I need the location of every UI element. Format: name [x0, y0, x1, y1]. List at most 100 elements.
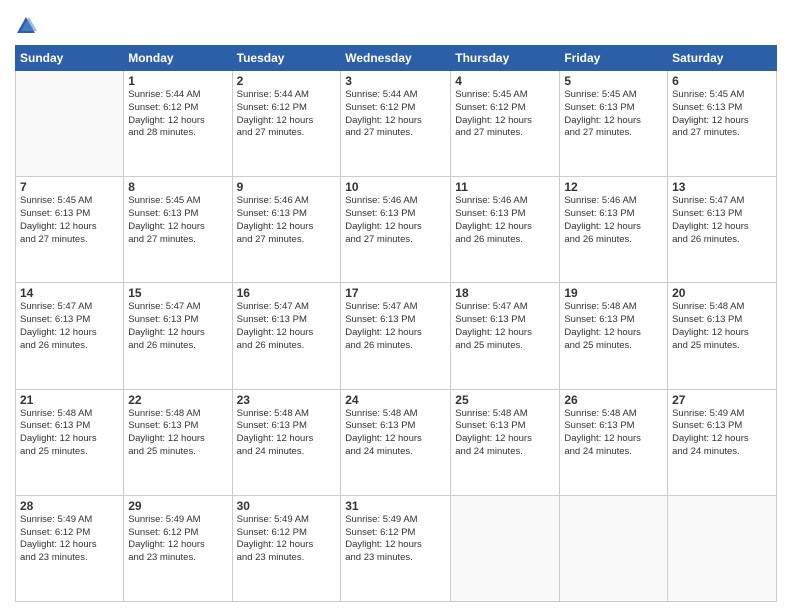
- calendar-cell: 3Sunrise: 5:44 AM Sunset: 6:12 PM Daylig…: [341, 71, 451, 177]
- calendar-table: SundayMondayTuesdayWednesdayThursdayFrid…: [15, 45, 777, 602]
- day-number: 4: [455, 74, 555, 88]
- day-number: 25: [455, 393, 555, 407]
- day-number: 23: [237, 393, 337, 407]
- day-info: Sunrise: 5:49 AM Sunset: 6:13 PM Dayligh…: [672, 408, 772, 459]
- day-info: Sunrise: 5:47 AM Sunset: 6:13 PM Dayligh…: [672, 195, 772, 246]
- day-number: 1: [128, 74, 227, 88]
- day-number: 6: [672, 74, 772, 88]
- day-info: Sunrise: 5:48 AM Sunset: 6:13 PM Dayligh…: [672, 301, 772, 352]
- calendar-cell: 16Sunrise: 5:47 AM Sunset: 6:13 PM Dayli…: [232, 283, 341, 389]
- day-number: 15: [128, 286, 227, 300]
- day-number: 17: [345, 286, 446, 300]
- day-info: Sunrise: 5:48 AM Sunset: 6:13 PM Dayligh…: [128, 408, 227, 459]
- day-info: Sunrise: 5:49 AM Sunset: 6:12 PM Dayligh…: [20, 514, 119, 565]
- calendar-cell: 8Sunrise: 5:45 AM Sunset: 6:13 PM Daylig…: [124, 177, 232, 283]
- column-header-wednesday: Wednesday: [341, 46, 451, 71]
- day-info: Sunrise: 5:48 AM Sunset: 6:13 PM Dayligh…: [345, 408, 446, 459]
- day-number: 19: [564, 286, 663, 300]
- calendar-cell: [451, 495, 560, 601]
- day-info: Sunrise: 5:45 AM Sunset: 6:13 PM Dayligh…: [20, 195, 119, 246]
- day-number: 11: [455, 180, 555, 194]
- week-row-4: 21Sunrise: 5:48 AM Sunset: 6:13 PM Dayli…: [16, 389, 777, 495]
- calendar-cell: 1Sunrise: 5:44 AM Sunset: 6:12 PM Daylig…: [124, 71, 232, 177]
- day-number: 13: [672, 180, 772, 194]
- calendar-cell: 6Sunrise: 5:45 AM Sunset: 6:13 PM Daylig…: [668, 71, 777, 177]
- calendar-cell: 27Sunrise: 5:49 AM Sunset: 6:13 PM Dayli…: [668, 389, 777, 495]
- calendar-cell: 18Sunrise: 5:47 AM Sunset: 6:13 PM Dayli…: [451, 283, 560, 389]
- calendar-cell: 30Sunrise: 5:49 AM Sunset: 6:12 PM Dayli…: [232, 495, 341, 601]
- week-row-5: 28Sunrise: 5:49 AM Sunset: 6:12 PM Dayli…: [16, 495, 777, 601]
- calendar-cell: 4Sunrise: 5:45 AM Sunset: 6:12 PM Daylig…: [451, 71, 560, 177]
- day-number: 8: [128, 180, 227, 194]
- calendar-cell: 23Sunrise: 5:48 AM Sunset: 6:13 PM Dayli…: [232, 389, 341, 495]
- logo: [15, 15, 41, 37]
- column-header-monday: Monday: [124, 46, 232, 71]
- calendar-cell: 31Sunrise: 5:49 AM Sunset: 6:12 PM Dayli…: [341, 495, 451, 601]
- calendar-cell: 17Sunrise: 5:47 AM Sunset: 6:13 PM Dayli…: [341, 283, 451, 389]
- day-info: Sunrise: 5:44 AM Sunset: 6:12 PM Dayligh…: [128, 89, 227, 140]
- calendar-cell: 29Sunrise: 5:49 AM Sunset: 6:12 PM Dayli…: [124, 495, 232, 601]
- column-header-saturday: Saturday: [668, 46, 777, 71]
- day-info: Sunrise: 5:47 AM Sunset: 6:13 PM Dayligh…: [237, 301, 337, 352]
- calendar-cell: 12Sunrise: 5:46 AM Sunset: 6:13 PM Dayli…: [560, 177, 668, 283]
- day-number: 20: [672, 286, 772, 300]
- day-number: 18: [455, 286, 555, 300]
- day-number: 29: [128, 499, 227, 513]
- header-row: SundayMondayTuesdayWednesdayThursdayFrid…: [16, 46, 777, 71]
- day-number: 27: [672, 393, 772, 407]
- calendar-cell: 2Sunrise: 5:44 AM Sunset: 6:12 PM Daylig…: [232, 71, 341, 177]
- day-number: 3: [345, 74, 446, 88]
- column-header-tuesday: Tuesday: [232, 46, 341, 71]
- day-number: 16: [237, 286, 337, 300]
- day-info: Sunrise: 5:48 AM Sunset: 6:13 PM Dayligh…: [564, 301, 663, 352]
- day-number: 30: [237, 499, 337, 513]
- day-number: 9: [237, 180, 337, 194]
- column-header-thursday: Thursday: [451, 46, 560, 71]
- calendar-cell: 25Sunrise: 5:48 AM Sunset: 6:13 PM Dayli…: [451, 389, 560, 495]
- day-info: Sunrise: 5:47 AM Sunset: 6:13 PM Dayligh…: [345, 301, 446, 352]
- week-row-1: 1Sunrise: 5:44 AM Sunset: 6:12 PM Daylig…: [16, 71, 777, 177]
- calendar-cell: [560, 495, 668, 601]
- day-info: Sunrise: 5:46 AM Sunset: 6:13 PM Dayligh…: [455, 195, 555, 246]
- day-info: Sunrise: 5:49 AM Sunset: 6:12 PM Dayligh…: [345, 514, 446, 565]
- day-info: Sunrise: 5:47 AM Sunset: 6:13 PM Dayligh…: [20, 301, 119, 352]
- day-number: 10: [345, 180, 446, 194]
- day-info: Sunrise: 5:44 AM Sunset: 6:12 PM Dayligh…: [237, 89, 337, 140]
- day-info: Sunrise: 5:46 AM Sunset: 6:13 PM Dayligh…: [237, 195, 337, 246]
- week-row-3: 14Sunrise: 5:47 AM Sunset: 6:13 PM Dayli…: [16, 283, 777, 389]
- day-number: 21: [20, 393, 119, 407]
- day-info: Sunrise: 5:47 AM Sunset: 6:13 PM Dayligh…: [128, 301, 227, 352]
- day-info: Sunrise: 5:45 AM Sunset: 6:12 PM Dayligh…: [455, 89, 555, 140]
- day-number: 14: [20, 286, 119, 300]
- logo-icon: [15, 15, 37, 37]
- calendar-cell: 28Sunrise: 5:49 AM Sunset: 6:12 PM Dayli…: [16, 495, 124, 601]
- calendar-cell: 14Sunrise: 5:47 AM Sunset: 6:13 PM Dayli…: [16, 283, 124, 389]
- week-row-2: 7Sunrise: 5:45 AM Sunset: 6:13 PM Daylig…: [16, 177, 777, 283]
- day-number: 12: [564, 180, 663, 194]
- day-info: Sunrise: 5:46 AM Sunset: 6:13 PM Dayligh…: [345, 195, 446, 246]
- calendar-cell: 19Sunrise: 5:48 AM Sunset: 6:13 PM Dayli…: [560, 283, 668, 389]
- day-info: Sunrise: 5:49 AM Sunset: 6:12 PM Dayligh…: [128, 514, 227, 565]
- day-info: Sunrise: 5:46 AM Sunset: 6:13 PM Dayligh…: [564, 195, 663, 246]
- day-number: 28: [20, 499, 119, 513]
- day-info: Sunrise: 5:47 AM Sunset: 6:13 PM Dayligh…: [455, 301, 555, 352]
- calendar-cell: 10Sunrise: 5:46 AM Sunset: 6:13 PM Dayli…: [341, 177, 451, 283]
- day-info: Sunrise: 5:48 AM Sunset: 6:13 PM Dayligh…: [237, 408, 337, 459]
- calendar-cell: 24Sunrise: 5:48 AM Sunset: 6:13 PM Dayli…: [341, 389, 451, 495]
- day-info: Sunrise: 5:48 AM Sunset: 6:13 PM Dayligh…: [20, 408, 119, 459]
- calendar-cell: 13Sunrise: 5:47 AM Sunset: 6:13 PM Dayli…: [668, 177, 777, 283]
- day-info: Sunrise: 5:48 AM Sunset: 6:13 PM Dayligh…: [564, 408, 663, 459]
- day-info: Sunrise: 5:49 AM Sunset: 6:12 PM Dayligh…: [237, 514, 337, 565]
- calendar-cell: 11Sunrise: 5:46 AM Sunset: 6:13 PM Dayli…: [451, 177, 560, 283]
- calendar-cell: 9Sunrise: 5:46 AM Sunset: 6:13 PM Daylig…: [232, 177, 341, 283]
- day-number: 22: [128, 393, 227, 407]
- day-number: 31: [345, 499, 446, 513]
- day-number: 26: [564, 393, 663, 407]
- calendar-cell: 7Sunrise: 5:45 AM Sunset: 6:13 PM Daylig…: [16, 177, 124, 283]
- day-info: Sunrise: 5:45 AM Sunset: 6:13 PM Dayligh…: [128, 195, 227, 246]
- header: [15, 15, 777, 37]
- calendar-cell: 26Sunrise: 5:48 AM Sunset: 6:13 PM Dayli…: [560, 389, 668, 495]
- column-header-sunday: Sunday: [16, 46, 124, 71]
- calendar-cell: [16, 71, 124, 177]
- calendar-cell: 20Sunrise: 5:48 AM Sunset: 6:13 PM Dayli…: [668, 283, 777, 389]
